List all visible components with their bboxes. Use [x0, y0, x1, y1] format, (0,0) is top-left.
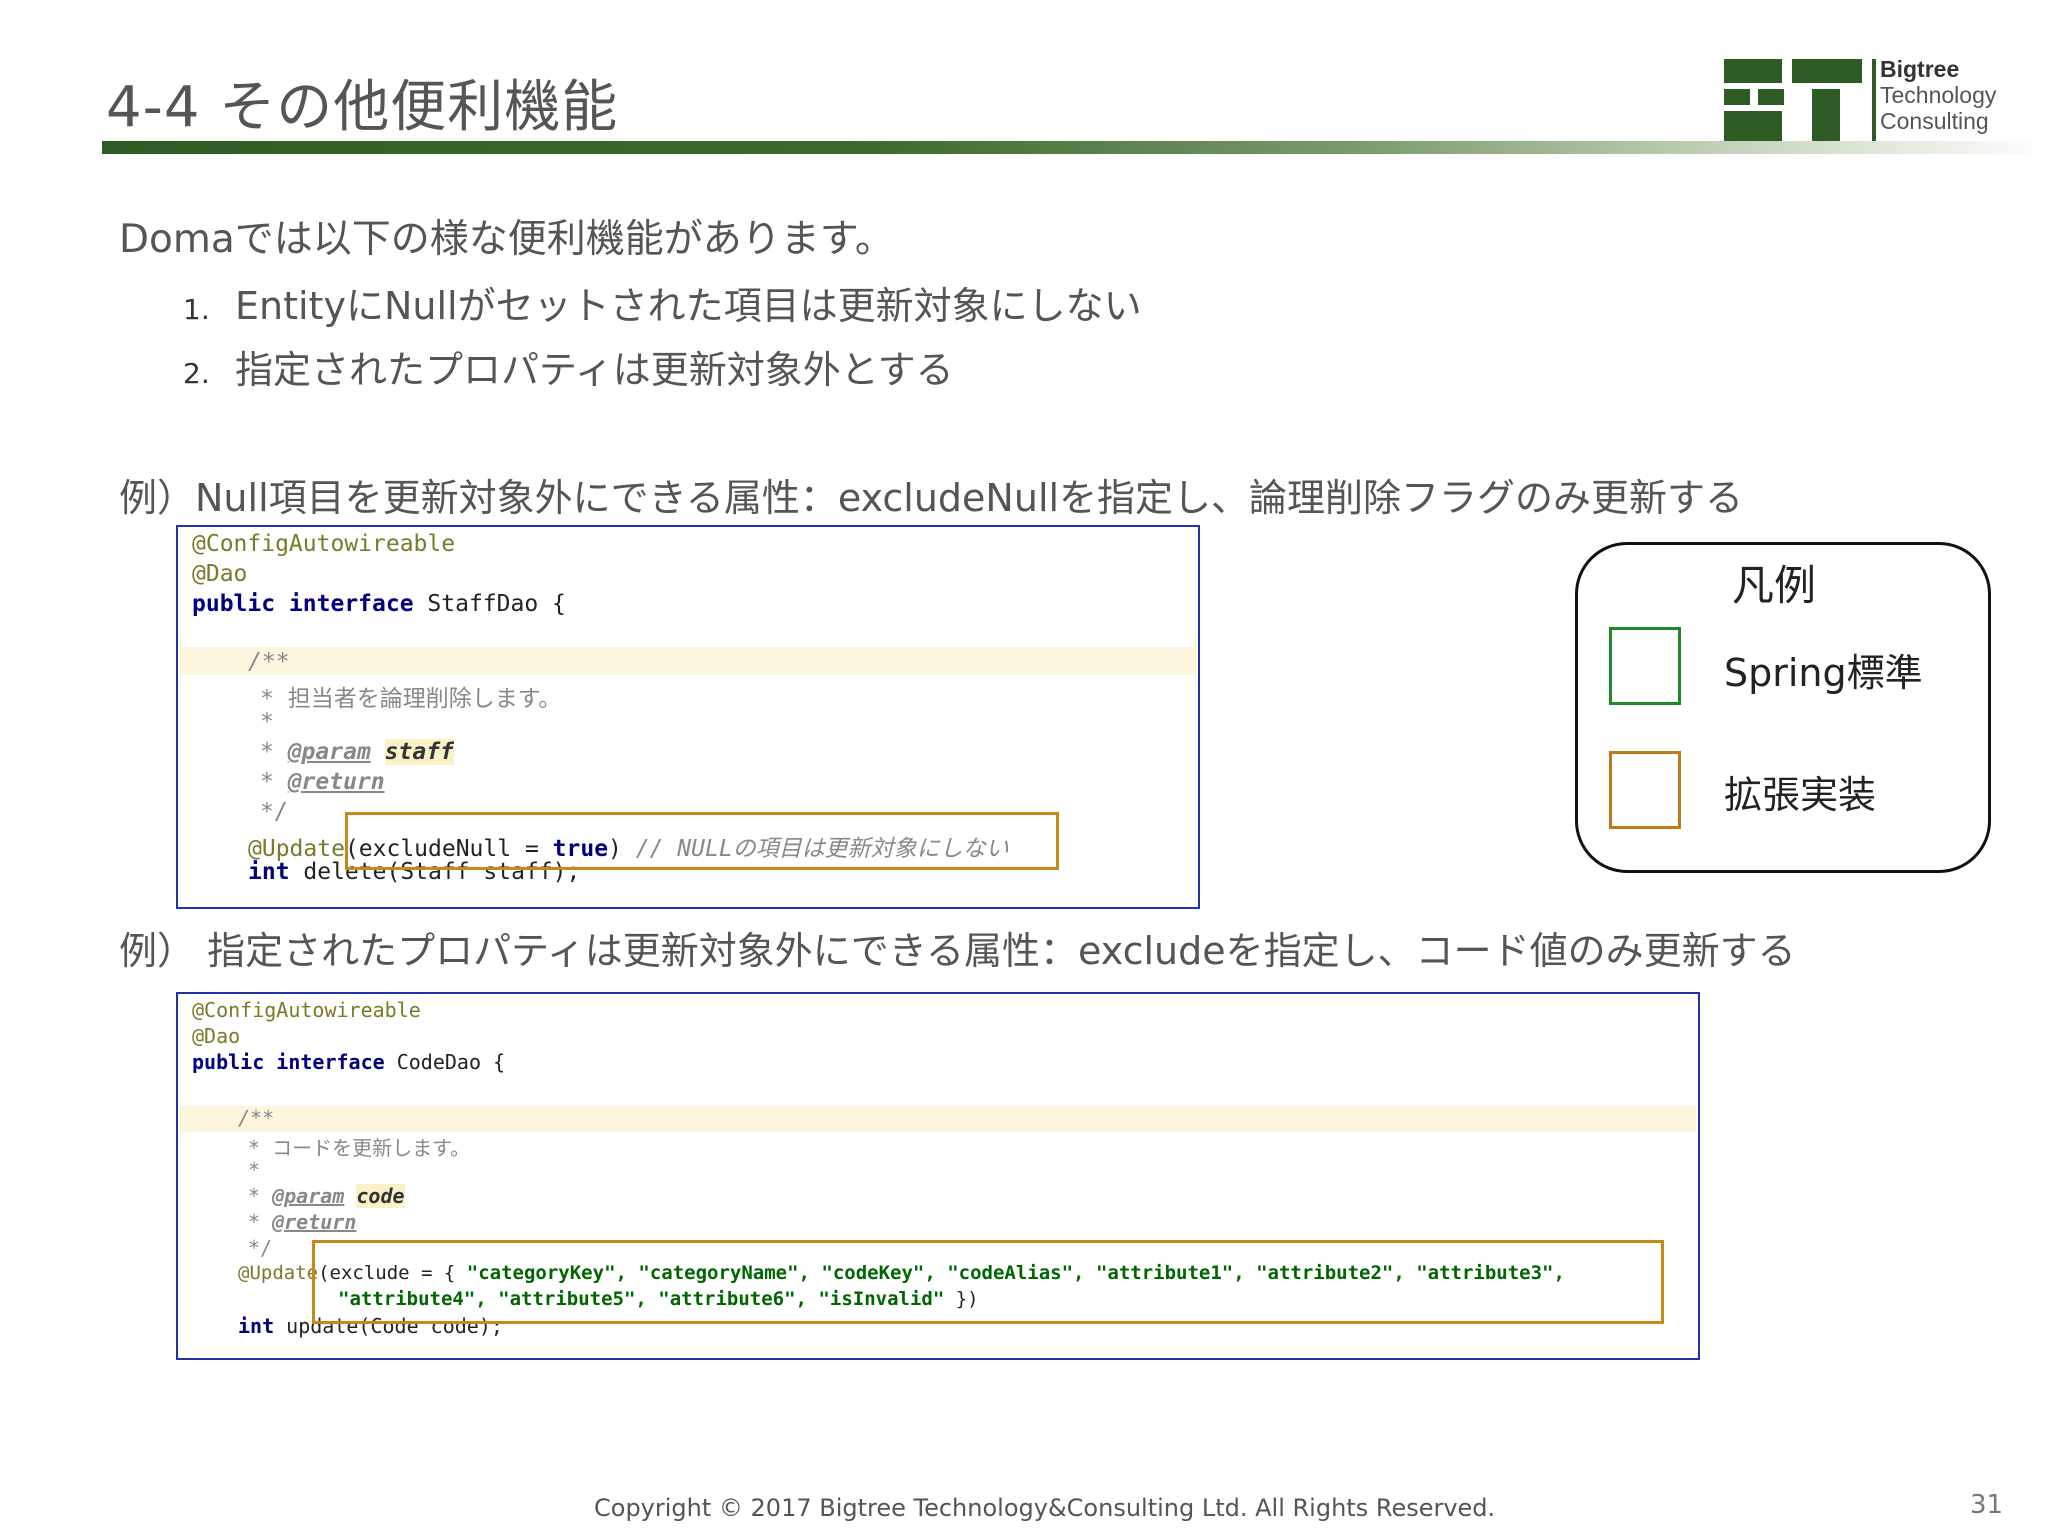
logo-line-3: Consulting — [1880, 108, 1989, 134]
code-line: * @param staff — [260, 739, 454, 765]
intro-text: Domaでは以下の様な便利機能があります。 — [119, 217, 894, 262]
code-line: public interface StaffDao { — [192, 591, 566, 617]
code-line: /** — [238, 1106, 275, 1130]
code-line: */ — [248, 1236, 273, 1260]
code-line: * — [260, 709, 274, 735]
legend-label: Spring標準 — [1724, 651, 1923, 695]
example-caption: 例）Null項目を更新対象外にできる属性：excludeNullを指定し、論理削… — [119, 476, 1744, 520]
legend-label: 拡張実装 — [1724, 773, 1877, 817]
code-line: /** — [248, 649, 290, 675]
legend-swatch-spring — [1609, 627, 1681, 705]
list-text: 指定されたプロパティは更新対象外とする — [235, 348, 954, 392]
extension-highlight-box — [345, 812, 1059, 870]
list-number: 1. — [183, 293, 210, 326]
code-line: * — [248, 1158, 261, 1182]
list-item: 1. EntityにNullがセットされた項目は更新対象にしない — [183, 275, 1142, 330]
logo-line-1: Bigtree — [1880, 56, 1960, 82]
legend-swatch-extension — [1609, 751, 1681, 829]
highlighted-line — [180, 647, 1196, 675]
example-caption: 例） 指定されたプロパティは更新対象外にできる属性：excludeを指定し、コー… — [119, 929, 1796, 973]
code-line: public interface CodeDao { — [192, 1050, 506, 1074]
code-line: @ConfigAutowireable — [192, 998, 421, 1022]
slide-title: 4-4 その他便利機能 — [106, 75, 619, 140]
legend-title: 凡例 — [1732, 561, 1817, 610]
code-line: * @return — [248, 1210, 357, 1234]
code-line: * 担当者を論理削除します。 — [260, 686, 562, 712]
list-number: 2. — [183, 357, 210, 390]
highlighted-line — [180, 1106, 1696, 1132]
code-line: @ConfigAutowireable — [192, 531, 456, 557]
code-line: @Dao — [192, 1024, 241, 1048]
logo-line-2: Technology — [1880, 82, 1997, 108]
extension-highlight-box — [312, 1240, 1664, 1324]
list-item: 2. 指定されたプロパティは更新対象外とする — [183, 339, 954, 394]
code-line: * コードを更新します。 — [248, 1136, 471, 1160]
company-logo-text: Bigtree Technology Consulting — [1880, 56, 1996, 134]
copyright-footer: Copyright © 2017 Bigtree Technology&Cons… — [594, 1494, 1496, 1522]
page-number: 31 — [1970, 1490, 2004, 1520]
code-line: */ — [260, 799, 288, 825]
code-line: @Dao — [192, 561, 248, 587]
code-line: * @return — [260, 769, 385, 795]
code-line: * @param code — [248, 1184, 405, 1208]
list-text: EntityにNullがセットされた項目は更新対象にしない — [235, 284, 1142, 328]
